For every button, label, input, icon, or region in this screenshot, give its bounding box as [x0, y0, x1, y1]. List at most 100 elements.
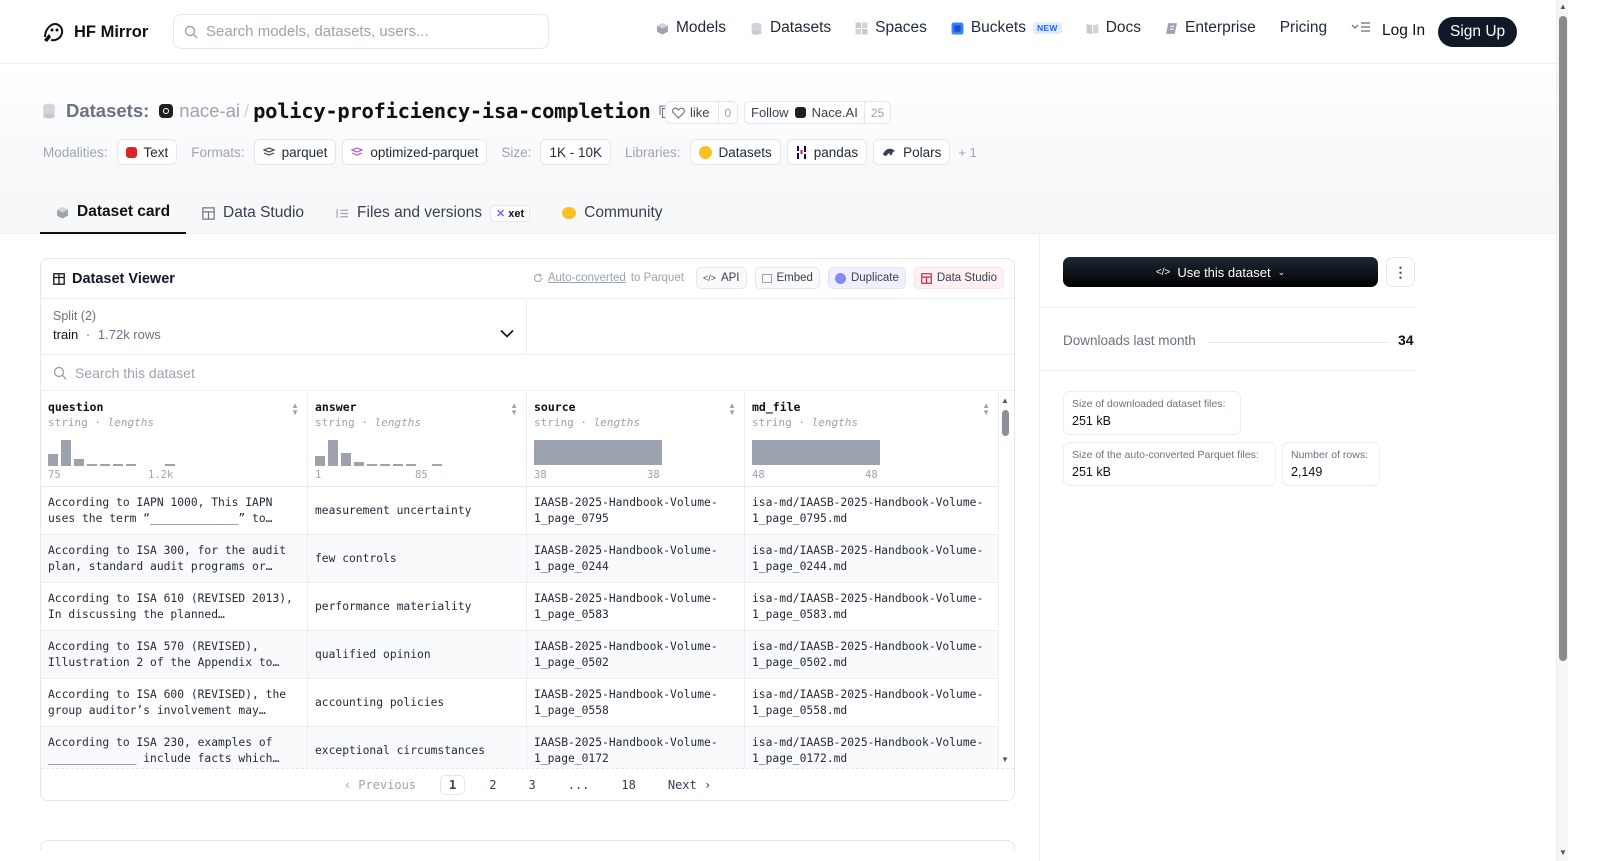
histogram-bar[interactable]	[74, 458, 84, 466]
cell-source[interactable]: IAASB-2025-Handbook-Volume-1_page_0795	[527, 487, 745, 535]
api-button[interactable]: </> API	[695, 267, 747, 289]
tab-files-and-versions[interactable]: Files and versions ✕ xet	[320, 192, 546, 234]
tag-pandas[interactable]: pandas	[786, 139, 868, 165]
histogram-bar[interactable]	[165, 464, 175, 466]
length-histogram-bar[interactable]	[752, 440, 880, 465]
duplicate-button[interactable]: Duplicate	[827, 267, 906, 289]
more-libraries[interactable]: + 1	[958, 145, 976, 160]
auto-converted-link[interactable]: Auto-converted	[548, 272, 626, 284]
histogram-bar[interactable]	[48, 454, 58, 466]
nav-buckets[interactable]: Buckets NEW	[951, 19, 1062, 37]
nav-spaces[interactable]: Spaces	[855, 19, 927, 37]
table-row[interactable]: According to ISA 300, for the audit plan…	[41, 535, 999, 583]
tab-data-studio[interactable]: Data Studio	[186, 192, 320, 234]
sort-icon[interactable]: ▲ ▼	[728, 402, 736, 417]
page-1-button[interactable]: 1	[440, 775, 466, 795]
cell-md-file[interactable]: isa-md/IAASB-2025-Handbook-Volume-1_page…	[745, 727, 999, 768]
like-button[interactable]: like 0	[665, 101, 739, 124]
page-18-button[interactable]: 18	[613, 776, 643, 794]
cell-md-file[interactable]: isa-md/IAASB-2025-Handbook-Volume-1_page…	[745, 631, 999, 679]
histogram-bar[interactable]	[380, 464, 390, 466]
column-header-source[interactable]: source string · lengths ▲ ▼ 38 38	[527, 392, 745, 487]
more-menu-icon[interactable]	[1351, 21, 1371, 36]
cell-source[interactable]: IAASB-2025-Handbook-Volume-1_page_0244	[527, 535, 745, 583]
histogram-bar[interactable]	[393, 464, 403, 466]
tag-text[interactable]: Text	[116, 139, 178, 165]
cell-source[interactable]: IAASB-2025-Handbook-Volume-1_page_0172	[527, 727, 745, 768]
histogram-bar[interactable]	[432, 464, 442, 466]
page-3-button[interactable]: 3	[520, 776, 543, 794]
nav-models[interactable]: Models	[656, 19, 726, 37]
table-row[interactable]: According to ISA 230, examples of ______…	[41, 727, 999, 768]
scroll-thumb[interactable]	[1002, 410, 1009, 436]
histogram-bar[interactable]	[354, 462, 364, 466]
cell-md-file[interactable]: isa-md/IAASB-2025-Handbook-Volume-1_page…	[745, 487, 999, 535]
scroll-thumb[interactable]	[1559, 16, 1567, 661]
scroll-up-icon[interactable]: ▲	[1001, 396, 1009, 405]
scroll-down-icon[interactable]: ▼	[1559, 848, 1567, 857]
histogram-bar[interactable]	[341, 453, 351, 466]
cell-md-file[interactable]: isa-md/IAASB-2025-Handbook-Volume-1_page…	[745, 535, 999, 583]
cell-question[interactable]: According to ISA 570 (REVISED), Illustra…	[41, 631, 308, 679]
histogram-bar[interactable]	[61, 440, 71, 466]
sort-icon[interactable]: ▲ ▼	[291, 402, 299, 417]
cell-answer[interactable]: performance materiality	[308, 583, 527, 631]
length-histogram-bar[interactable]	[534, 440, 662, 465]
table-row[interactable]: According to IAPN 1000, This IAPN uses t…	[41, 487, 999, 535]
cell-md-file[interactable]: isa-md/IAASB-2025-Handbook-Volume-1_page…	[745, 679, 999, 727]
cell-answer[interactable]: few controls	[308, 535, 527, 583]
cell-question[interactable]: According to IAPN 1000, This IAPN uses t…	[41, 487, 308, 535]
cell-question[interactable]: According to ISA 300, for the audit plan…	[41, 535, 308, 583]
tab-dataset-card[interactable]: Dataset card	[40, 192, 187, 234]
cell-md-file[interactable]: isa-md/IAASB-2025-Handbook-Volume-1_page…	[745, 583, 999, 631]
cell-answer[interactable]: exceptional circumstances	[308, 727, 527, 768]
dataset-search-input[interactable]	[75, 364, 475, 381]
split-selector[interactable]: Split (2) train · 1.72k rows	[41, 299, 527, 355]
table-row[interactable]: According to ISA 610 (REVISED 2013), In …	[41, 583, 999, 631]
page-2-button[interactable]: 2	[481, 776, 504, 794]
tag-optimized-parquet[interactable]: optimized-parquet	[342, 139, 488, 165]
histogram-bar[interactable]	[328, 440, 338, 466]
histogram-bar[interactable]	[100, 464, 110, 466]
dataset-search[interactable]	[41, 355, 1014, 391]
logo[interactable]: HF Mirror	[42, 20, 148, 44]
cell-question[interactable]: According to ISA 600 (REVISED), the grou…	[41, 679, 308, 727]
tag-parquet[interactable]: parquet	[253, 139, 337, 165]
scroll-down-icon[interactable]: ▼	[1001, 755, 1009, 764]
prev-page-button[interactable]: ‹ Previous	[336, 776, 424, 794]
data-studio-button[interactable]: Data Studio	[913, 267, 1004, 289]
cell-source[interactable]: IAASB-2025-Handbook-Volume-1_page_0583	[527, 583, 745, 631]
cell-answer[interactable]: measurement uncertainty	[308, 487, 527, 535]
cell-answer[interactable]: qualified opinion	[308, 631, 527, 679]
table-row[interactable]: According to ISA 600 (REVISED), the grou…	[41, 679, 999, 727]
follow-button[interactable]: Follow Nace.AI 25	[744, 101, 892, 124]
use-this-dataset-button[interactable]: </> Use this dataset ⌄	[1063, 257, 1378, 287]
tab-community[interactable]: Community	[546, 192, 678, 234]
nav-datasets[interactable]: Datasets	[750, 19, 831, 37]
sort-icon[interactable]: ▲ ▼	[510, 402, 518, 417]
sort-icon[interactable]: ▲ ▼	[982, 402, 990, 417]
table-row[interactable]: According to ISA 570 (REVISED), Illustra…	[41, 631, 999, 679]
nav-enterprise[interactable]: Enterprise	[1165, 19, 1256, 37]
tag-size[interactable]: 1K - 10K	[540, 139, 611, 165]
global-search[interactable]	[173, 14, 549, 49]
login-link[interactable]: Log In	[1382, 22, 1425, 40]
cell-source[interactable]: IAASB-2025-Handbook-Volume-1_page_0558	[527, 679, 745, 727]
cell-source[interactable]: IAASB-2025-Handbook-Volume-1_page_0502	[527, 631, 745, 679]
cell-question[interactable]: According to ISA 230, examples of ______…	[41, 727, 308, 768]
page-scrollbar[interactable]: ▲ ▼	[1556, 0, 1568, 861]
cell-answer[interactable]: accounting policies	[308, 679, 527, 727]
column-header-answer[interactable]: answer string · lengths ▲ ▼ 1 85	[308, 392, 527, 487]
histogram-bar[interactable]	[406, 464, 416, 466]
histogram-bar[interactable]	[126, 464, 136, 466]
tag-polars[interactable]: Polars	[873, 139, 951, 165]
global-search-input[interactable]	[206, 23, 526, 40]
more-options-button[interactable]: ⋮	[1386, 257, 1415, 287]
column-header-md-file[interactable]: md_file string · lengths ▲ ▼ 48 48	[745, 392, 999, 487]
tag-datasets[interactable]: Datasets	[689, 139, 781, 165]
histogram-bar[interactable]	[87, 463, 97, 466]
embed-button[interactable]: Embed	[754, 267, 820, 289]
grid-scrollbar[interactable]: ▲ ▼	[999, 392, 1014, 768]
signup-button[interactable]: Sign Up	[1438, 17, 1518, 47]
next-page-button[interactable]: Next ›	[660, 776, 719, 794]
